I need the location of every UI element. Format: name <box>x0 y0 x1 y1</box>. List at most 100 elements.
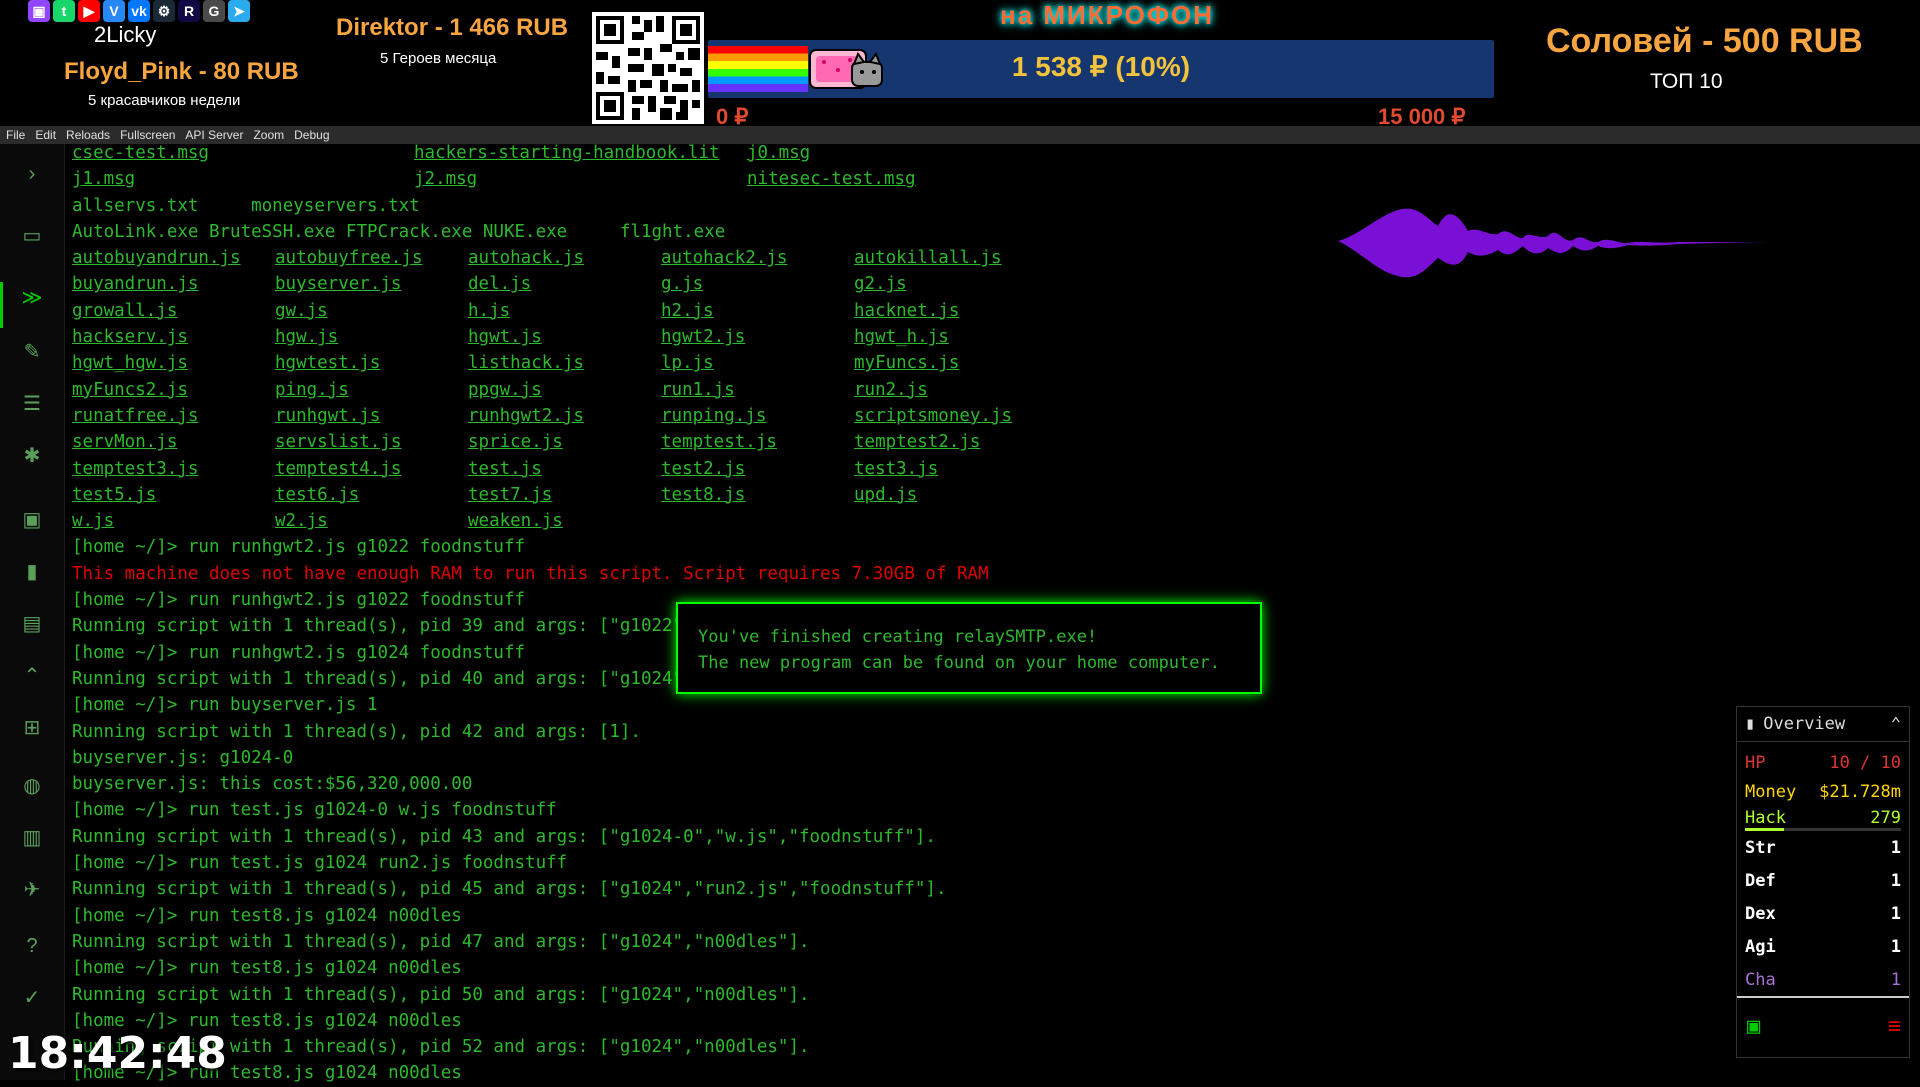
terminal-line: Running script with 1 thread(s), pid 47 … <box>72 931 810 952</box>
file-link[interactable]: autohack2.js <box>661 245 854 271</box>
terminal-line: allservs.txt moneyservers.txt <box>72 195 420 216</box>
script-icon[interactable]: ≫ <box>20 286 44 310</box>
file-link[interactable]: w2.js <box>275 508 468 534</box>
overview-header[interactable]: ▮ Overview ⌃ <box>1737 707 1909 742</box>
file-link[interactable]: hgwt2.js <box>661 324 854 350</box>
stats-person-icon[interactable]: ▣ <box>20 508 44 532</box>
file-link[interactable]: test.js <box>468 456 661 482</box>
file-link[interactable]: growall.js <box>72 298 275 324</box>
file-link[interactable]: servslist.js <box>275 429 468 455</box>
world-globe-icon[interactable]: ◍ <box>20 774 44 798</box>
overview-title: Overview <box>1763 714 1846 734</box>
file-link[interactable]: w.js <box>72 508 275 534</box>
file-link[interactable]: temptest.js <box>661 429 854 455</box>
youtube-icon: ▶ <box>78 0 100 22</box>
file-link[interactable]: autobuyandrun.js <box>72 245 275 271</box>
editor-pencil-icon[interactable]: ✎ <box>20 340 44 364</box>
file-link[interactable]: hgwt_hgw.js <box>72 350 275 376</box>
goodgame-icon: G <box>203 0 225 22</box>
file-link[interactable]: hackserv.js <box>72 324 275 350</box>
file-link[interactable]: test6.js <box>275 482 468 508</box>
file-link[interactable]: runhgwt2.js <box>468 403 661 429</box>
file-link[interactable]: h.js <box>468 298 661 324</box>
file-link[interactable]: sprice.js <box>468 429 661 455</box>
file-link[interactable]: upd.js <box>854 482 1054 508</box>
file-link[interactable]: buyserver.js <box>275 271 468 297</box>
hacknet-icon[interactable]: ⊞ <box>20 716 44 740</box>
file-link[interactable]: test7.js <box>468 482 661 508</box>
augmentations-icon[interactable]: ⌃ <box>20 664 44 688</box>
file-link[interactable]: j0.msg <box>747 140 810 166</box>
file-link[interactable]: listhack.js <box>468 350 661 376</box>
file-link[interactable]: gw.js <box>275 298 468 324</box>
file-link[interactable]: j1.msg <box>72 166 414 192</box>
active-scripts-list-icon[interactable]: ☰ <box>20 392 44 416</box>
file-link[interactable]: ppgw.js <box>468 377 661 403</box>
collapse-chevron-icon[interactable]: ⌃ <box>1891 714 1901 734</box>
file-link[interactable]: hacknet.js <box>854 298 1054 324</box>
file-link[interactable]: runatfree.js <box>72 403 275 429</box>
file-link[interactable]: run2.js <box>854 377 1054 403</box>
file-link[interactable]: g2.js <box>854 271 1054 297</box>
kill-scripts-icon[interactable]: ≡ <box>1888 1014 1901 1039</box>
file-link[interactable]: hackers-starting-handbook.lit <box>414 140 747 166</box>
travel-plane-icon[interactable]: ✈ <box>20 878 44 902</box>
file-row: test5.js test6.js test7.js test8.js upd.js <box>72 482 1402 508</box>
overview-panel: ▮ Overview ⌃ HP 10 / 10 Money $21.728m H… <box>1736 706 1910 1058</box>
faction-icon[interactable]: ▤ <box>20 612 44 636</box>
file-link[interactable]: test8.js <box>661 482 854 508</box>
hp-row: HP 10 / 10 <box>1737 746 1909 779</box>
file-link[interactable]: temptest2.js <box>854 429 1054 455</box>
file-link[interactable]: temptest3.js <box>72 456 275 482</box>
file-link[interactable]: nitesec-test.msg <box>747 166 916 192</box>
file-link[interactable]: scriptsmoney.js <box>854 403 1054 429</box>
file-link[interactable]: autokillall.js <box>854 245 1054 271</box>
file-link[interactable]: hgwt_h.js <box>854 324 1054 350</box>
agi-row: Agi 1 <box>1737 930 1909 963</box>
game-sidebar: › ▭ ≫ ✎ ☰ ✱ ▣ ▮ ▤ ⌃ ⊞ ◍ ▥ ✈ ? ✓ <box>0 144 65 1080</box>
terminal-line: Running script with 1 thread(s), pid 42 … <box>72 721 641 742</box>
file-link[interactable]: servMon.js <box>72 429 275 455</box>
file-link[interactable]: g.js <box>661 271 854 297</box>
menu-edit[interactable]: Edit <box>35 126 56 144</box>
milestones-check-icon[interactable]: ✓ <box>20 986 44 1010</box>
overview-footer: ▣ ≡ <box>1737 998 1909 1039</box>
menu-file[interactable]: File <box>6 126 25 144</box>
file-link[interactable]: del.js <box>468 271 661 297</box>
file-link[interactable]: myFuncs.js <box>854 350 1054 376</box>
file-link[interactable]: runhgwt.js <box>275 403 468 429</box>
file-link[interactable]: test3.js <box>854 456 1054 482</box>
file-link[interactable]: run1.js <box>661 377 854 403</box>
terminal-line: Running script with 1 thread(s), pid 52 … <box>72 1037 810 1058</box>
file-link[interactable]: ping.js <box>275 377 468 403</box>
terminal-monitor-icon[interactable]: ▭ <box>20 224 44 248</box>
file-link[interactable]: temptest4.js <box>275 456 468 482</box>
file-link[interactable]: autohack.js <box>468 245 661 271</box>
file-link[interactable]: runping.js <box>661 403 854 429</box>
dex-value: 1 <box>1890 903 1901 924</box>
chevron-right-icon[interactable]: › <box>20 162 44 186</box>
str-value: 1 <box>1890 837 1901 858</box>
file-link[interactable]: j2.msg <box>414 166 747 192</box>
save-icon[interactable]: ▣ <box>1747 1014 1760 1039</box>
city-icon[interactable]: ▥ <box>20 826 44 850</box>
money-label: Money <box>1745 782 1797 802</box>
file-link[interactable]: csec-test.msg <box>72 140 414 166</box>
file-link[interactable]: autobuyfree.js <box>275 245 468 271</box>
hack-value: 279 <box>1870 808 1901 828</box>
file-link[interactable]: h2.js <box>661 298 854 324</box>
file-link[interactable]: weaken.js <box>468 508 661 534</box>
file-link[interactable]: test2.js <box>661 456 854 482</box>
file-link[interactable]: hgwt.js <box>468 324 661 350</box>
file-link[interactable]: hgw.js <box>275 324 468 350</box>
file-link[interactable]: myFuncs2.js <box>72 377 275 403</box>
bug-icon[interactable]: ✱ <box>20 444 44 468</box>
help-icon[interactable]: ? <box>20 934 44 958</box>
file-link[interactable]: lp.js <box>661 350 854 376</box>
cha-label: Cha <box>1745 969 1776 990</box>
stats-bar-icon[interactable]: ▮ <box>20 560 44 584</box>
file-link[interactable]: buyandrun.js <box>72 271 275 297</box>
donation-goal-bar: 1 538 ₽ (10%) <box>708 40 1494 98</box>
file-link[interactable]: hgwtest.js <box>275 350 468 376</box>
file-link[interactable]: test5.js <box>72 482 275 508</box>
